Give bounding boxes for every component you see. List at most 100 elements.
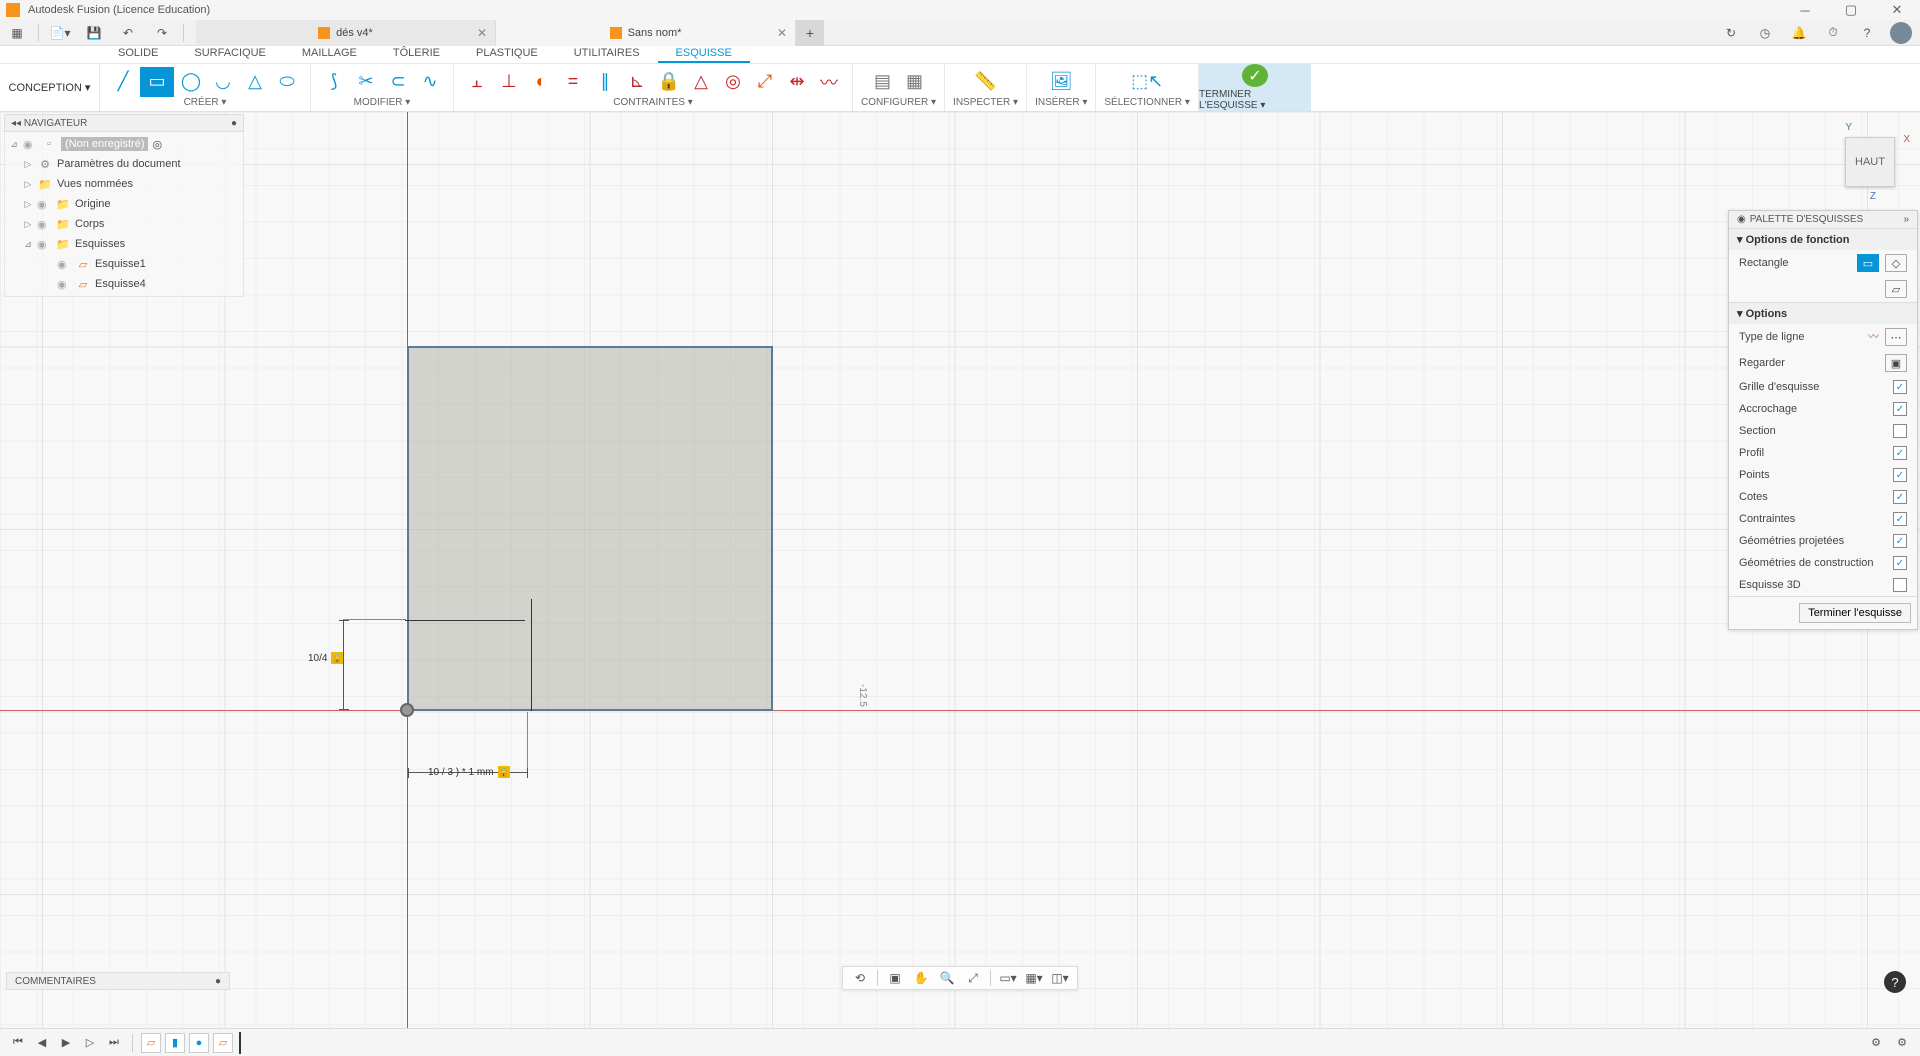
apps-grid-icon[interactable]: ▦ <box>1 22 33 44</box>
help-bubble-icon[interactable]: ? <box>1884 971 1906 993</box>
horizontal-dimension[interactable]: 10 / 3 ) * 1 mm 🔒 <box>428 766 510 778</box>
look-at-icon[interactable]: ▣ <box>884 968 906 988</box>
browser-header[interactable]: ◂◂ NAVIGATEUR ● <box>4 114 244 132</box>
close-window-button[interactable]: ✕ <box>1874 0 1920 20</box>
tab-sheetmetal[interactable]: TÔLERIE <box>375 45 458 63</box>
save-button[interactable]: 💾 <box>78 22 110 44</box>
tree-root-label[interactable]: (Non enregistré) <box>61 137 148 151</box>
workspace-picker[interactable]: CONCEPTION ▾ <box>0 64 100 111</box>
slot-tool-icon[interactable]: ⬭ <box>272 67 302 97</box>
maximize-button[interactable]: ▢ <box>1828 0 1874 20</box>
tab-plastic[interactable]: PLASTIQUE <box>458 45 556 63</box>
checkbox[interactable]: ✓ <box>1893 402 1907 416</box>
notifications-icon[interactable]: 🔔 <box>1785 22 1813 44</box>
linetype-solid-icon[interactable]: 〰 <box>1868 328 1879 346</box>
grid-display-icon[interactable]: ▦▾ <box>1023 968 1045 988</box>
minimize-button[interactable]: ─ <box>1782 0 1828 20</box>
vertical-constraint-icon[interactable]: ⊥ <box>494 67 524 97</box>
configure-icon[interactable]: ▤ <box>868 67 898 97</box>
new-tab-button[interactable]: + <box>796 20 824 46</box>
tree-arrow-icon[interactable]: ▷ <box>23 199 33 210</box>
lock-constraint-icon[interactable]: 🔒 <box>654 67 684 97</box>
checkbox[interactable]: ✓ <box>1893 446 1907 460</box>
tree-arrow-icon[interactable]: ⊿ <box>23 239 33 250</box>
rectangle-mode-icon[interactable]: ▭ <box>1857 254 1879 272</box>
finish-sketch-button[interactable]: Terminer l'esquisse <box>1799 603 1911 623</box>
tree-arrow-icon[interactable]: ▷ <box>23 159 33 170</box>
three-point-rectangle-icon[interactable]: ▱ <box>1885 280 1907 298</box>
zoom-window-icon[interactable]: ⤢ <box>962 968 984 988</box>
palette-section-header[interactable]: ▾ Options de fonction <box>1729 228 1917 250</box>
expand-icon[interactable]: ● <box>215 976 221 987</box>
tab-mesh[interactable]: MAILLAGE <box>284 45 375 63</box>
tangent-constraint-icon[interactable]: ◐ <box>526 67 556 97</box>
tree-item-label[interactable]: Esquisse4 <box>95 278 146 290</box>
tree-arrow-icon[interactable]: ▷ <box>23 219 33 230</box>
checkbox[interactable]: ✓ <box>1893 556 1907 570</box>
insert-image-icon[interactable]: 🖼 <box>1046 67 1076 97</box>
center-rectangle-mode-icon[interactable]: ◇ <box>1885 254 1907 272</box>
help-icon[interactable]: ? <box>1853 22 1881 44</box>
pin-icon[interactable]: ◉ <box>1737 214 1746 225</box>
avatar[interactable] <box>1890 22 1912 44</box>
display-style-icon[interactable]: ▭▾ <box>997 968 1019 988</box>
tree-arrow-icon[interactable]: ⊿ <box>9 139 19 150</box>
table-icon[interactable]: ▦ <box>900 67 930 97</box>
eye-icon[interactable]: ◉ <box>37 238 51 251</box>
canvas-viewport[interactable]: 10/4 🔒 10 / 3 ) * 1 mm 🔒 -12.5 HAUT X Y … <box>0 112 1920 1028</box>
timeline-feature-sphere[interactable]: ● <box>189 1033 209 1053</box>
view-cube[interactable]: HAUT X Y Z <box>1845 137 1895 187</box>
checkbox[interactable]: ✓ <box>1893 534 1907 548</box>
horizontal-constraint-icon[interactable]: ⫠ <box>462 67 492 97</box>
spline-tool-icon[interactable]: ∿ <box>415 67 445 97</box>
tab-sketch[interactable]: ESQUISSE <box>658 45 750 63</box>
timeline-cursor[interactable] <box>239 1032 241 1054</box>
concentric-constraint-icon[interactable]: ◎ <box>718 67 748 97</box>
pan-icon[interactable]: ✋ <box>910 968 932 988</box>
sketch-profile[interactable] <box>407 346 773 711</box>
tab-utilities[interactable]: UTILITAIRES <box>556 45 658 63</box>
timeline-feature-sketch[interactable]: ▱ <box>141 1033 161 1053</box>
polygon-tool-icon[interactable]: △ <box>240 67 270 97</box>
checkbox[interactable]: ✓ <box>1893 490 1907 504</box>
look-at-icon[interactable]: ▣ <box>1885 354 1907 372</box>
browser-pin-icon[interactable]: ● <box>231 118 237 129</box>
tree-item-label[interactable]: Paramètres du document <box>57 158 181 170</box>
timeline-settings-icon[interactable]: ⚙ <box>1892 1033 1912 1053</box>
timeline-play-icon[interactable]: ▶ <box>56 1033 76 1053</box>
tree-item-label[interactable]: Origine <box>75 198 110 210</box>
perpendicular-constraint-icon[interactable]: ⊾ <box>622 67 652 97</box>
eye-icon[interactable]: ◉ <box>37 198 51 211</box>
file-menu-button[interactable]: 📄▾ <box>44 22 76 44</box>
doc-tab[interactable]: Sans nom* ✕ <box>496 20 796 46</box>
orbit-icon[interactable]: ⟲ <box>849 968 871 988</box>
vertical-dimension[interactable]: 10/4 🔒 <box>308 652 343 664</box>
tab-solid[interactable]: SOLIDE <box>100 45 176 63</box>
close-icon[interactable]: ✕ <box>777 26 787 40</box>
timeline-settings-icon[interactable]: ⚙ <box>1866 1033 1886 1053</box>
radio-icon[interactable]: ◎ <box>152 138 162 151</box>
select-icon[interactable]: ⬚↖ <box>1132 67 1162 97</box>
eye-icon[interactable]: ◉ <box>57 258 71 271</box>
doc-tab[interactable]: dés v4* ✕ <box>196 20 496 46</box>
tree-item-label[interactable]: Esquisses <box>75 238 125 250</box>
line-tool-icon[interactable]: ╱ <box>108 67 138 97</box>
tree-arrow-icon[interactable]: ▷ <box>23 179 33 190</box>
viewport-layout-icon[interactable]: ◫▾ <box>1049 968 1071 988</box>
collapse-left-icon[interactable]: ◂◂ <box>11 118 21 129</box>
undo-button[interactable]: ↶ <box>112 22 144 44</box>
expand-icon[interactable]: » <box>1903 214 1909 225</box>
timeline-start-icon[interactable]: ⏮ <box>8 1033 28 1053</box>
linetype-construction-icon[interactable]: ⋯ <box>1885 328 1907 346</box>
eye-icon[interactable]: ◉ <box>57 278 71 291</box>
redo-button[interactable]: ↷ <box>146 22 178 44</box>
checkbox[interactable] <box>1893 424 1907 438</box>
inspect-icon[interactable]: 📏 <box>971 67 1001 97</box>
timeline-feature-extrude[interactable]: ▮ <box>165 1033 185 1053</box>
status-icon[interactable]: ◷ <box>1751 22 1779 44</box>
tab-surface[interactable]: SURFACIQUE <box>176 45 284 63</box>
checkbox[interactable]: ✓ <box>1893 468 1907 482</box>
close-icon[interactable]: ✕ <box>477 26 487 40</box>
trim-tool-icon[interactable]: ✂ <box>351 67 381 97</box>
timeline-back-icon[interactable]: ◀ <box>32 1033 52 1053</box>
